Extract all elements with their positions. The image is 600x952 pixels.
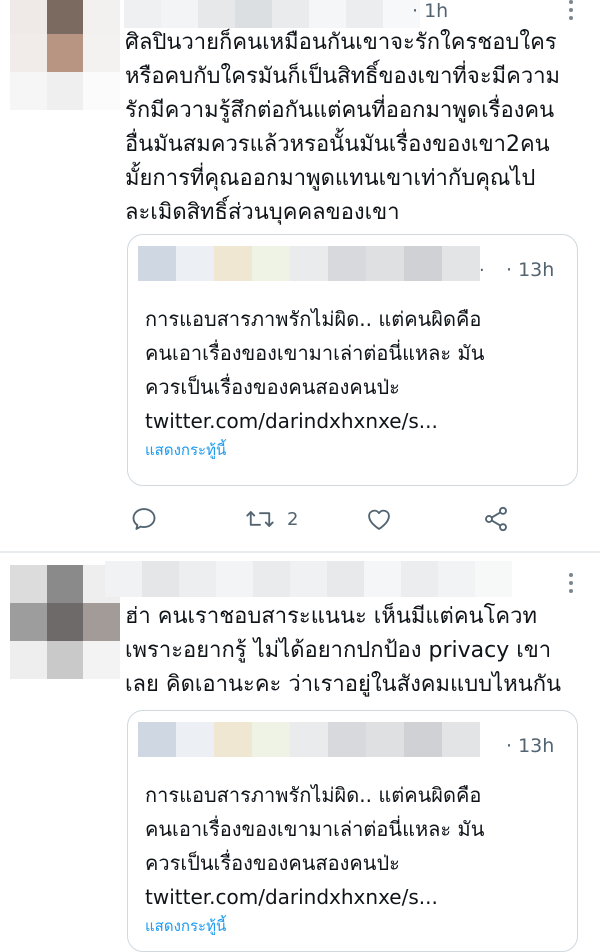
tweet-text-line: ฮ่า คนเราชอบสาระแนนะ เห็นมีแต่คนโควท <box>125 604 537 629</box>
quoted-timestamp: · 13h <box>506 735 555 757</box>
reply-icon <box>132 508 156 530</box>
quoted-link[interactable]: twitter.com/darindxhxnxe/s... <box>145 880 484 914</box>
more-options-icon[interactable] <box>568 0 574 24</box>
retweet-icon <box>246 511 274 527</box>
tweet-text: ฮ่า คนเราชอบสาระแนนะ เห็นมีแต่คนโควท เพร… <box>125 600 585 702</box>
tweet-text-line: ละเมิดสิทธิ์ส่วนบุคคลของเขา <box>125 200 400 225</box>
like-button[interactable] <box>365 504 393 534</box>
retweet-button[interactable]: 2 <box>245 504 298 534</box>
quoted-timestamp: · 13h <box>506 259 555 281</box>
tweet-timestamp[interactable]: · 1h <box>412 0 448 22</box>
quoted-text-line: คนเอาเรื่องของเขามาเล่าต่อนี่แหละ มัน <box>145 817 485 841</box>
show-thread-link[interactable]: แสดงกระทู้นี้ <box>145 914 226 938</box>
quoted-text-line: การแอบสารภาพรักไม่ผิด.. แต่คนผิดคือ <box>145 307 482 331</box>
avatar[interactable] <box>10 0 120 110</box>
tweet-text-line: เพราะอยากรู้ ไม่ได้อยากปกป้อง privacy เข… <box>125 638 552 663</box>
share-button[interactable] <box>482 504 510 534</box>
tweet-text-line: หรือคบกับใครมันก็เป็นสิทธิ์ของเขาที่จะมี… <box>125 64 561 89</box>
tweet-text: ศิลปินวายก็คนเหมือนกันเขาจะรักใครชอบใคร … <box>125 26 585 230</box>
retweet-count: 2 <box>287 508 299 530</box>
author-name[interactable] <box>105 561 512 597</box>
tweet-text-line: เลย คิดเอานะคะ ว่าเราอยู่ในสังคมแบบไหนกั… <box>125 672 562 697</box>
tweet[interactable]: · 1h ศิลปินวายก็คนเหมือนกันเขาจะรักใครชอ… <box>0 0 600 552</box>
quoted-text-line: ควรเป็นเรื่องของคนสองคนป่ะ <box>145 375 400 399</box>
heart-icon <box>368 509 390 530</box>
quoted-tweet-card[interactable]: . · 13h การแอบสารภาพรักไม่ผิด.. แต่คนผิด… <box>127 234 578 486</box>
more-options-icon[interactable] <box>568 573 574 597</box>
tweet[interactable]: ฮ่า คนเราชอบสาระแนนะ เห็นมีแต่คนโควท เพร… <box>0 553 600 952</box>
quoted-link[interactable]: twitter.com/darindxhxnxe/s... <box>145 404 484 438</box>
quoted-tweet-card[interactable]: · 13h การแอบสารภาพรักไม่ผิด.. แต่คนผิดคื… <box>127 710 578 952</box>
avatar[interactable] <box>10 565 120 679</box>
quoted-text-line: ควรเป็นเรื่องของคนสองคนป่ะ <box>145 851 400 875</box>
author-name[interactable] <box>124 0 420 28</box>
quoted-tweet-text: การแอบสารภาพรักไม่ผิด.. แต่คนผิดคือ คนเอ… <box>145 778 484 914</box>
show-thread-link[interactable]: แสดงกระทู้นี้ <box>145 438 226 462</box>
quoted-text-line: การแอบสารภาพรักไม่ผิด.. แต่คนผิดคือ <box>145 783 482 807</box>
quoted-tweet-text: การแอบสารภาพรักไม่ผิด.. แต่คนผิดคือ คนเอ… <box>145 302 484 438</box>
tweet-text-line: ศิลปินวายก็คนเหมือนกันเขาจะรักใครชอบใคร <box>125 30 557 55</box>
quoted-separator: . <box>479 255 485 276</box>
quoted-text-line: คนเอาเรื่องของเขามาเล่าต่อนี่แหละ มัน <box>145 341 485 365</box>
quoted-author-name <box>138 722 480 757</box>
reply-button[interactable] <box>130 504 158 534</box>
tweet-text-line: มั้ยการที่คุณออกมาพูดแทนเขาเท่ากับคุณไป <box>125 166 536 191</box>
quoted-author-name <box>138 246 480 281</box>
tweet-text-line: รักมีความรู้สึกต่อกันแต่คนที่ออกมาพูดเรื… <box>125 98 555 123</box>
tweet-actions: 2 <box>130 504 530 536</box>
tweet-text-line: อื่นมันสมควรแล้วหรอนั้นมันเรื่องของเขา2ค… <box>125 132 550 157</box>
share-icon <box>485 506 507 532</box>
